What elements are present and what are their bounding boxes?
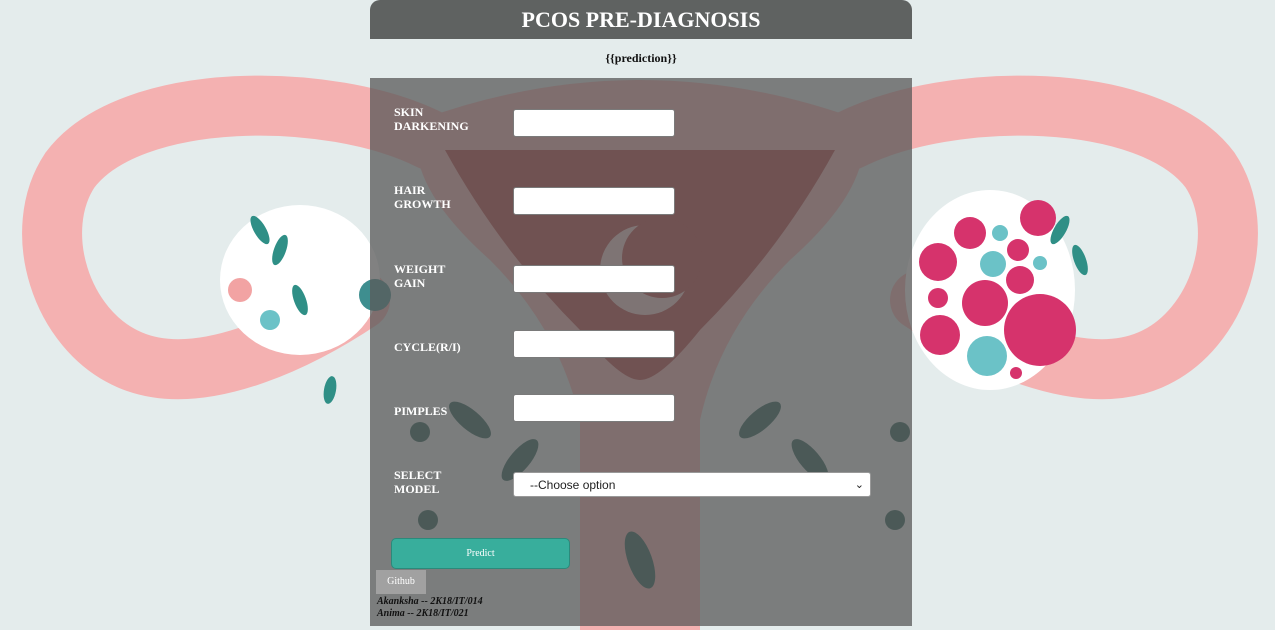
- cycle-label: CYCLE(R/I): [394, 340, 504, 354]
- weight-gain-label-line2: GAIN: [394, 276, 426, 290]
- skin-darkening-label-line1: SKIN: [394, 105, 424, 119]
- skin-darkening-label-line2: DARKENING: [394, 119, 469, 133]
- pimples-label-line1: PIMPLES: [394, 404, 448, 418]
- select-model-label-line1: SELECT: [394, 468, 442, 482]
- weight-gain-label: WEIGHT GAIN: [394, 262, 504, 290]
- model-select-value: --Choose option: [530, 478, 616, 492]
- prediction-output: {{prediction}}: [605, 51, 677, 65]
- page-title: PCOS PRE-DIAGNOSIS: [370, 0, 912, 39]
- pimples-label: PIMPLES: [394, 404, 504, 418]
- skin-darkening-label: SKIN DARKENING: [394, 105, 504, 133]
- credit-line-1: Akanksha -- 2K18/IT/014: [377, 596, 483, 607]
- hair-growth-label: HAIR GROWTH: [394, 183, 504, 211]
- model-select[interactable]: --Choose option ⌄: [513, 472, 871, 497]
- skin-darkening-input[interactable]: [513, 109, 675, 137]
- form-panel: SKIN DARKENING HAIR GROWTH WEIGHT GAIN C…: [370, 78, 912, 626]
- github-link[interactable]: Github: [376, 570, 426, 594]
- pimples-input[interactable]: [513, 394, 675, 422]
- hair-growth-label-line1: HAIR: [394, 183, 426, 197]
- predict-button[interactable]: Predict: [391, 538, 570, 569]
- hair-growth-input[interactable]: [513, 187, 675, 215]
- weight-gain-label-line1: WEIGHT: [394, 262, 446, 276]
- select-model-label-line2: MODEL: [394, 482, 440, 496]
- weight-gain-input[interactable]: [513, 265, 675, 293]
- cycle-label-line1: CYCLE(R/I): [394, 340, 461, 354]
- cycle-input[interactable]: [513, 330, 675, 358]
- credit-line-2: Anima -- 2K18/IT/021: [377, 608, 469, 619]
- select-model-label: SELECT MODEL: [394, 468, 504, 496]
- hair-growth-label-line2: GROWTH: [394, 197, 451, 211]
- chevron-down-icon: ⌄: [854, 479, 864, 491]
